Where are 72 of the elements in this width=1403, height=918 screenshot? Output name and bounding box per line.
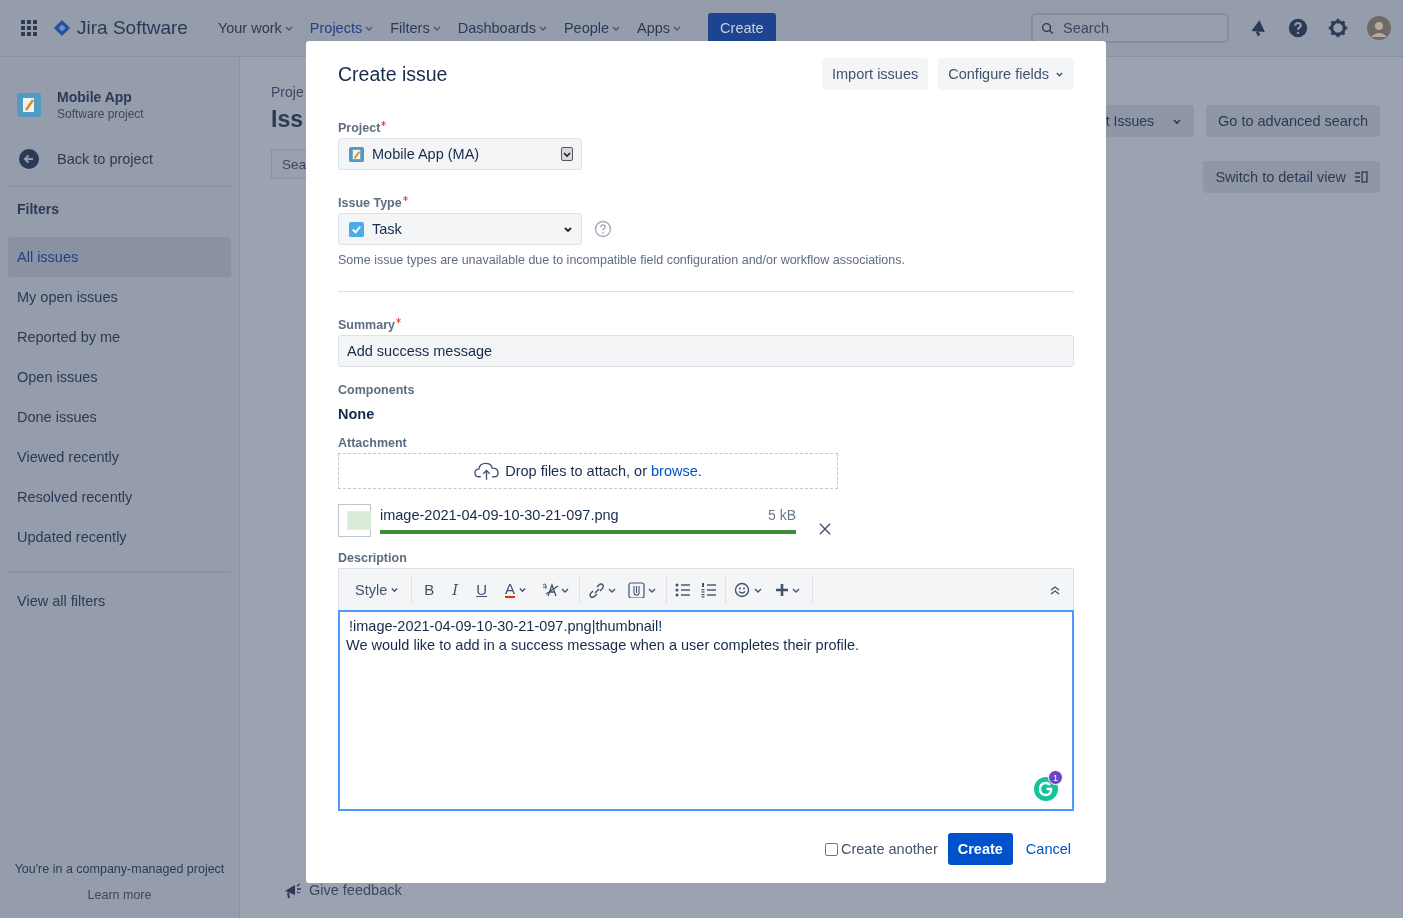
chevron-down-icon <box>518 585 528 594</box>
italic-button[interactable]: I <box>448 580 463 599</box>
issue-type-select[interactable]: Task <box>338 213 582 245</box>
page-button[interactable]: Go to advanced search <box>1206 105 1380 137</box>
project-type: Software project <box>57 107 144 121</box>
file-name: image-2021-04-09-10-30-21-097.png <box>380 507 619 523</box>
diamond-logo-icon <box>53 19 71 37</box>
search-field[interactable]: Search <box>1031 13 1229 43</box>
components-value[interactable]: None <box>338 406 375 422</box>
create-another-checkbox[interactable]: Create another <box>825 841 938 857</box>
chevron-down-icon <box>563 224 573 234</box>
description-field[interactable]: !image-2021-04-09-10-30-21-097.png|thumbnail! We would like to add in a success message when a user completes their profile. 1 <box>338 610 1074 811</box>
sidebar-item[interactable]: Reported by me <box>8 317 231 357</box>
create-button[interactable]: Create <box>947 833 1013 865</box>
writing-assistant-badge[interactable]: 1 <box>1034 773 1060 801</box>
browse-link[interactable]: browse <box>651 463 698 479</box>
chevron-down-icon <box>1172 116 1183 126</box>
project-type-note: You're in a company-managed project <box>14 862 225 876</box>
project-name: Mobile App <box>57 89 133 105</box>
project-select[interactable]: Mobile App (MA) <box>338 138 582 170</box>
back-to-project-link[interactable]: Back to project <box>8 147 231 171</box>
field-label: Description <box>338 551 407 565</box>
text-color-button[interactable]: A <box>501 581 532 598</box>
field-note: Some issue types are unavailable due to incompatible field configuration and/or workflow associations. <box>338 253 905 267</box>
header-button[interactable]: Import issues <box>822 58 929 90</box>
field-label: Issue Type <box>338 196 402 210</box>
detail-view-icon <box>1354 171 1368 183</box>
settings-icon[interactable] <box>1327 17 1349 39</box>
numbered-list-icon[interactable] <box>701 581 718 598</box>
checkbox-task-icon <box>349 221 364 237</box>
style-dropdown[interactable]: Style <box>351 581 404 598</box>
drop-instructions: Drop files to attach, or browse. <box>505 463 702 479</box>
notebook-icon <box>17 93 41 117</box>
bold-button[interactable]: B <box>420 581 439 598</box>
sidebar-item[interactable]: Updated recently <box>8 517 231 557</box>
file-drop-zone[interactable]: Drop files to attach, or browse. <box>338 453 838 489</box>
app-switcher-icon[interactable] <box>21 20 37 36</box>
g-letter-icon <box>1034 777 1058 801</box>
field-label: Project <box>338 121 381 135</box>
field-label: Components <box>338 383 415 397</box>
sidebar-item[interactable]: All issues <box>8 237 231 277</box>
nav-menu-item[interactable]: Your work <box>209 11 302 45</box>
switch-view-button[interactable]: Switch to detail view <box>1203 161 1380 193</box>
file-size: 5 kB <box>768 507 796 523</box>
give-feedback-link[interactable]: Give feedback <box>283 880 1380 900</box>
view-all-filters-link[interactable]: View all filters <box>8 581 231 621</box>
sidebar-item[interactable]: Open issues <box>8 357 231 397</box>
dialog-title: Create issue <box>338 62 448 86</box>
field-label: Summary <box>338 318 395 332</box>
notebook-icon <box>349 146 364 162</box>
create-button[interactable]: Create <box>708 13 776 43</box>
header-button[interactable]: Configure fields <box>938 58 1074 90</box>
learn-more-link[interactable]: Learn more <box>87 888 152 902</box>
close-icon[interactable] <box>819 522 831 535</box>
bullet-list-icon[interactable] <box>675 581 692 598</box>
underline-button[interactable]: U <box>472 581 492 598</box>
chevron-down-icon <box>390 585 400 594</box>
product-name[interactable]: Jira Software <box>77 17 188 39</box>
cloud-upload-icon <box>474 461 500 481</box>
page-button[interactable]: t Issues <box>1103 105 1195 137</box>
sidebar-item[interactable]: Done issues <box>8 397 231 437</box>
page-title: Iss <box>271 106 303 133</box>
sidebar-item[interactable]: My open issues <box>8 277 231 317</box>
filters-heading: Filters <box>16 201 60 217</box>
help-icon[interactable] <box>1287 17 1309 39</box>
breadcrumb[interactable]: Proje <box>271 84 304 100</box>
summary-field[interactable]: Add success message <box>338 335 1074 367</box>
field-label: Attachment <box>338 436 407 450</box>
sidebar-item[interactable]: Viewed recently <box>8 437 231 477</box>
file-thumbnail <box>338 504 371 537</box>
sidebar-item[interactable]: Resolved recently <box>8 477 231 517</box>
cancel-link[interactable]: Cancel <box>1022 841 1074 857</box>
